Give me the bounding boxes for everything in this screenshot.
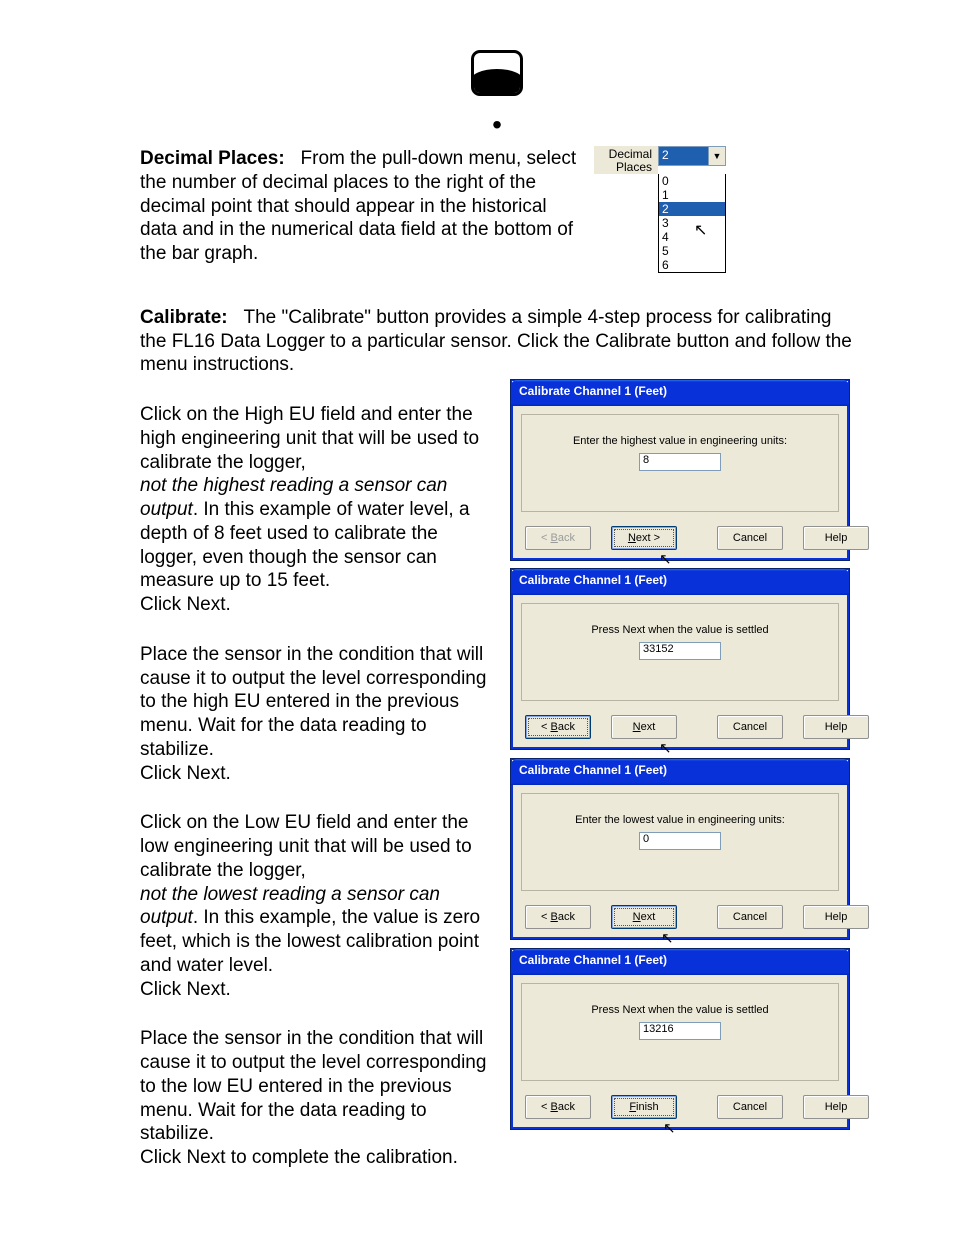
brand-logo	[140, 50, 854, 101]
decimal-option-5[interactable]: 5	[659, 244, 725, 258]
low-eu-input[interactable]: 0	[639, 832, 721, 850]
dialog-prompt: Enter the lowest value in engineering un…	[530, 814, 830, 826]
decimal-option-1[interactable]: 1	[659, 188, 725, 202]
dialog-prompt: Press Next when the value is settled	[530, 1004, 830, 1016]
next-button[interactable]: Next >	[611, 526, 677, 550]
calibrate-dialog-step2: Calibrate Channel 1 (Feet) Press Next wh…	[510, 568, 850, 750]
decimal-option-6[interactable]: 6	[659, 258, 725, 272]
dialog-title: Calibrate Channel 1 (Feet)	[511, 380, 849, 406]
step1-line1: Click on the High EU field and enter the…	[140, 403, 500, 474]
decimal-label-2: Places	[616, 160, 652, 174]
step2-line2: Click Next.	[140, 762, 500, 786]
help-button[interactable]: Help	[803, 1095, 869, 1119]
decimal-option-3[interactable]: 3	[659, 216, 725, 230]
decimal-option-4[interactable]: 4	[659, 230, 725, 244]
help-button[interactable]: Help	[803, 526, 869, 550]
help-button[interactable]: Help	[803, 905, 869, 929]
cancel-button[interactable]: Cancel	[717, 1095, 783, 1119]
dialog-prompt: Enter the highest value in engineering u…	[530, 435, 830, 447]
step4-line2: Click Next to complete the calibration.	[140, 1146, 500, 1170]
decimal-label-1: Decimal	[609, 147, 652, 161]
calibrate-dialog-step1: Calibrate Channel 1 (Feet) Enter the hig…	[510, 379, 850, 561]
back-button: < Back	[525, 526, 591, 550]
help-button[interactable]: Help	[803, 715, 869, 739]
back-button[interactable]: < Back	[525, 905, 591, 929]
cancel-button[interactable]: Cancel	[717, 715, 783, 739]
dialog-title: Calibrate Channel 1 (Feet)	[511, 949, 849, 975]
calibrate-dialog-step3: Calibrate Channel 1 (Feet) Enter the low…	[510, 758, 850, 940]
decimal-combobox[interactable]: 2 ▼	[658, 146, 726, 166]
bullet-decor: •	[140, 111, 854, 139]
settle-value-input[interactable]: 33152	[639, 642, 721, 660]
settle-value-input[interactable]: 13216	[639, 1022, 721, 1040]
back-button[interactable]: < Back	[525, 715, 591, 739]
section-heading-decimal: Decimal Places:	[140, 148, 285, 169]
step1-line3: Click Next.	[140, 593, 500, 617]
decimal-option-0[interactable]: 0	[659, 174, 725, 188]
section-heading-calibrate: Calibrate:	[140, 307, 228, 328]
decimal-selected: 2	[659, 147, 708, 165]
next-button[interactable]: Next	[611, 715, 677, 739]
cancel-button[interactable]: Cancel	[717, 526, 783, 550]
chevron-down-icon[interactable]: ▼	[708, 147, 725, 165]
decimal-places-widget: Decimal Places 2 ▼ 0 1 2 3 4 5 6 ↖	[594, 146, 742, 273]
decimal-dropdown-list[interactable]: 0 1 2 3 4 5 6	[658, 174, 726, 273]
step3-line3: Click Next.	[140, 978, 500, 1002]
dialog-title: Calibrate Channel 1 (Feet)	[511, 759, 849, 785]
dialog-title: Calibrate Channel 1 (Feet)	[511, 569, 849, 595]
step3-line1: Click on the Low EU field and enter the …	[140, 811, 500, 882]
finish-button[interactable]: Finish	[611, 1095, 677, 1119]
step2-line1: Place the sensor in the condition that w…	[140, 643, 500, 762]
cancel-button[interactable]: Cancel	[717, 905, 783, 929]
back-button[interactable]: < Back	[525, 1095, 591, 1119]
high-eu-input[interactable]: 8	[639, 453, 721, 471]
next-button[interactable]: Next	[611, 905, 677, 929]
calibrate-dialog-step4: Calibrate Channel 1 (Feet) Press Next wh…	[510, 948, 850, 1130]
dialog-prompt: Press Next when the value is settled	[530, 624, 830, 636]
calibrate-intro: The "Calibrate" button provides a simple…	[140, 307, 852, 376]
step4-line1: Place the sensor in the condition that w…	[140, 1027, 500, 1146]
decimal-option-2[interactable]: 2	[659, 202, 725, 216]
